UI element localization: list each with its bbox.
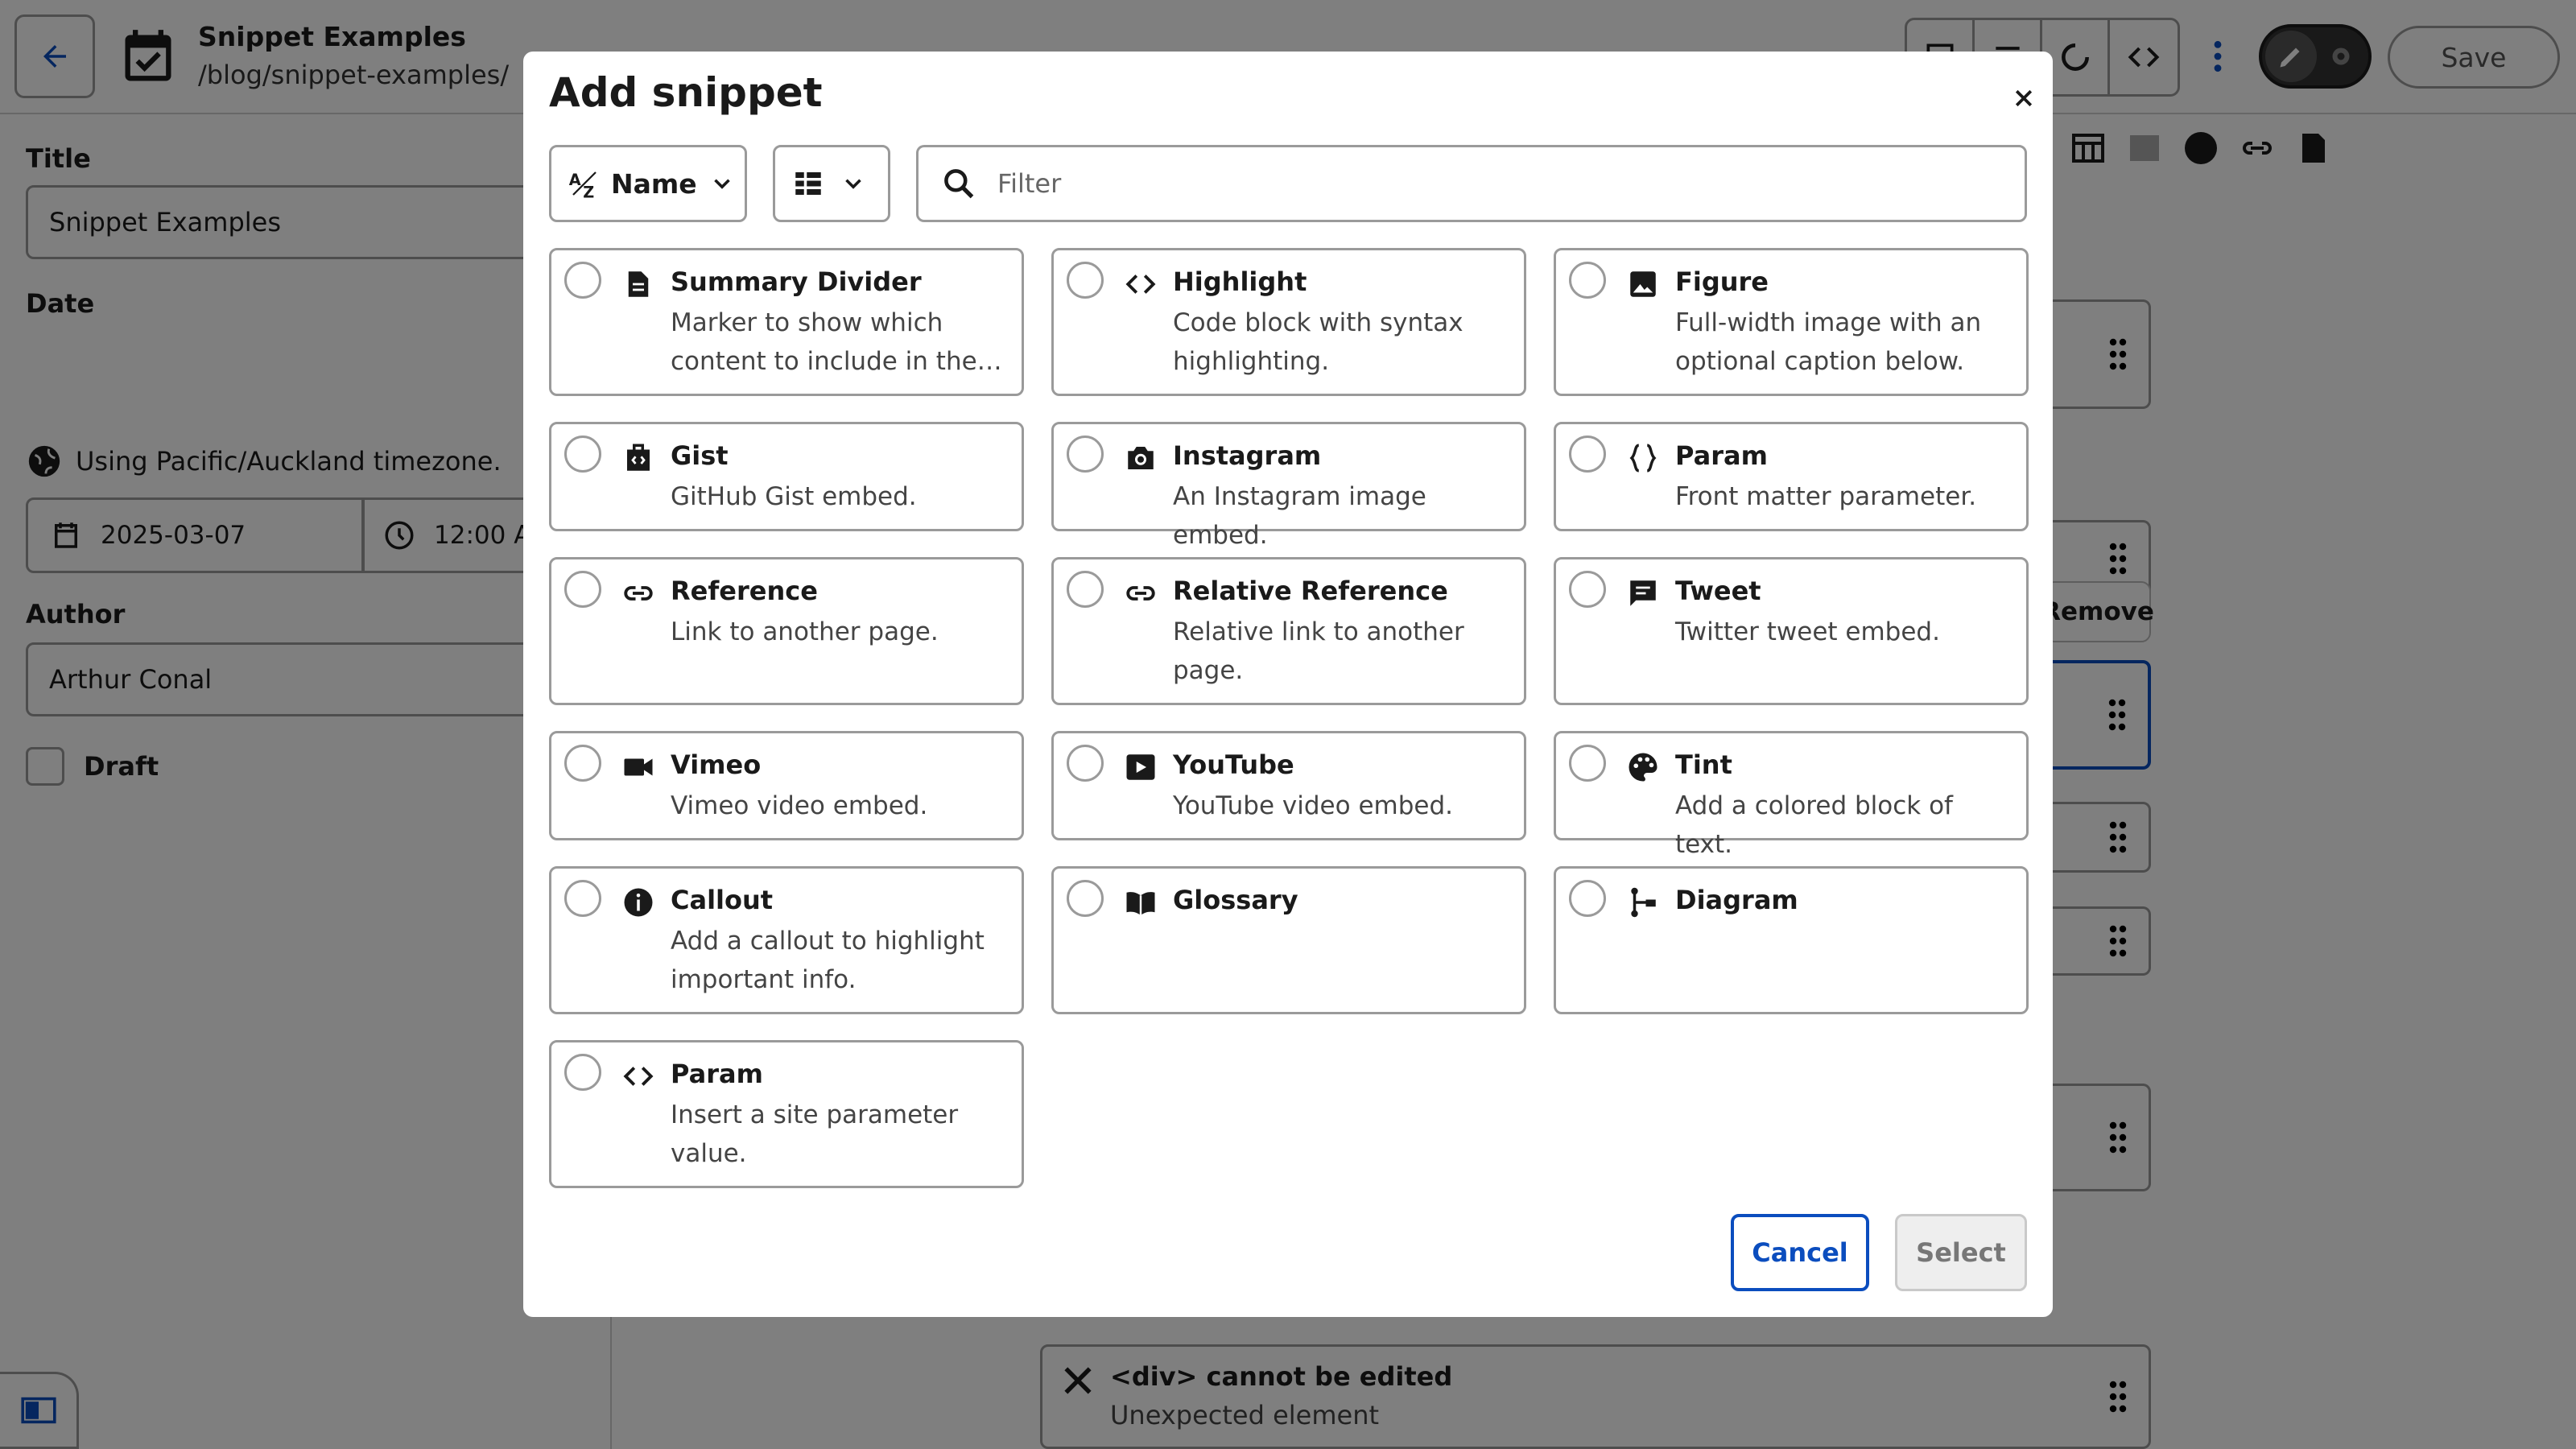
snippet-option[interactable]: Highlight Code block with syntax highligh… [1051,248,1526,396]
snippet-title: Instagram [1173,440,1322,471]
svg-text:A: A [569,171,581,189]
snippet-title: Callout [671,885,774,915]
image-icon [1625,266,1661,302]
chevron-down-icon [845,179,861,189]
snippet-description: Add a colored block of text. [1675,791,1953,859]
snippet-option[interactable]: Vimeo Vimeo video embed. [549,731,1024,840]
palette-icon [1625,749,1661,785]
code-icon [621,1059,656,1094]
link-icon [1123,576,1158,611]
snippet-description: GitHub Gist embed. [671,482,917,511]
snippet-option[interactable]: Gist GitHub Gist embed. [549,422,1024,531]
snippet-description: Insert a site parameter value. [671,1100,959,1168]
snippet-description: Code block with syntax highlighting. [1173,308,1463,376]
snippet-option[interactable]: Figure Full-width image with an optional … [1554,248,2029,396]
diagram-icon [1625,885,1661,920]
snippet-description: YouTube video embed. [1173,791,1453,820]
snippet-description: Full-width image with an optional captio… [1675,308,1982,376]
view-mode-dropdown[interactable] [773,145,890,222]
snippet-option[interactable]: Tweet Twitter tweet embed. [1554,557,2029,705]
snippet-radio[interactable] [1067,880,1104,917]
snippet-option[interactable]: Diagram [1554,866,2029,1014]
snippet-description: Relative link to another page. [1173,617,1464,685]
sort-label: Name [611,167,697,200]
link-icon [621,576,656,611]
snippet-radio[interactable] [1067,262,1104,299]
snippet-option[interactable]: Param Insert a site parameter value. [549,1040,1024,1188]
snippet-radio[interactable] [1067,745,1104,782]
snippet-description: An Instagram image embed. [1173,482,1426,550]
snippet-description: Marker to show which content to include … [671,308,1002,376]
snippet-title: Reference [671,576,818,606]
snippet-title: Param [671,1059,763,1089]
snippet-radio[interactable] [1569,880,1606,917]
snippet-radio[interactable] [564,745,601,782]
close-button[interactable] [2001,76,2046,121]
code-icon [1123,266,1158,302]
comment-icon [1625,576,1661,611]
snippet-title: Tint [1675,749,1732,780]
cancel-button[interactable]: Cancel [1731,1214,1869,1291]
add-snippet-dialog: Add snippet AZ Name Summary Divider Marke… [523,52,2053,1317]
chevron-down-icon [713,179,730,189]
snippet-radio[interactable] [1569,436,1606,473]
sort-dropdown[interactable]: AZ Name [549,145,747,222]
snippet-title: Figure [1675,266,1769,297]
snippet-title: Tweet [1675,576,1761,606]
snippet-radio[interactable] [564,262,601,299]
snippet-option[interactable]: Reference Link to another page. [549,557,1024,705]
snippet-title: Diagram [1675,885,1798,915]
snippet-option[interactable]: Instagram An Instagram image embed. [1051,422,1526,550]
braces-icon [1625,440,1661,476]
snippet-radio[interactable] [564,880,601,917]
snippet-radio[interactable] [1067,571,1104,608]
snippet-title: Summary Divider [671,266,922,297]
camera-icon [1123,440,1158,476]
snippet-description: Add a callout to highlight important inf… [671,927,985,994]
filter-field[interactable] [916,145,2027,222]
snippet-radio[interactable] [1569,262,1606,299]
snippet-description: Vimeo video embed. [671,791,928,820]
snippet-description: Front matter parameter. [1675,482,1977,511]
snippet-title: Param [1675,440,1768,471]
info-icon [621,885,656,920]
snippet-option[interactable]: Relative Reference Relative link to anoth… [1051,557,1526,705]
snippet-radio[interactable] [1067,436,1104,473]
select-button[interactable]: Select [1895,1214,2027,1291]
snippet-radio[interactable] [564,571,601,608]
sort-alpha-icon: AZ [569,171,597,201]
snippet-title: Vimeo [671,749,762,780]
snippet-title: Relative Reference [1173,576,1448,606]
snippet-option[interactable]: YouTube YouTube video embed. [1051,731,1526,840]
snippet-title: Highlight [1173,266,1307,297]
snippet-option[interactable]: Glossary [1051,866,1526,1014]
snippet-radio[interactable] [1569,745,1606,782]
snippet-title: Glossary [1173,885,1298,915]
gist-icon [621,440,656,476]
search-icon [944,169,974,199]
close-icon [2015,89,2033,107]
snippet-description: Link to another page. [671,617,939,646]
snippet-option[interactable]: Callout Add a callout to highlight import… [549,866,1024,1014]
book-icon [1123,885,1158,920]
dialog-title: Add snippet [549,69,823,116]
play-icon [1123,749,1158,785]
snippet-option[interactable]: Summary Divider Marker to show which cont… [549,248,1024,396]
snippet-title: Gist [671,440,729,471]
snippet-radio[interactable] [564,1054,601,1091]
summary-divider-icon [621,266,656,302]
snippet-option[interactable]: Tint Add a colored block of text. [1554,731,2029,859]
svg-text:Z: Z [583,184,594,201]
snippet-radio[interactable] [564,436,601,473]
snippet-description: Twitter tweet embed. [1675,617,1940,646]
snippet-radio[interactable] [1569,571,1606,608]
video-camera-icon [621,749,656,785]
filter-input[interactable] [997,168,1963,199]
snippet-option[interactable]: Param Front matter parameter. [1554,422,2029,531]
grid-view-icon [795,172,821,195]
snippet-title: YouTube [1173,749,1294,780]
